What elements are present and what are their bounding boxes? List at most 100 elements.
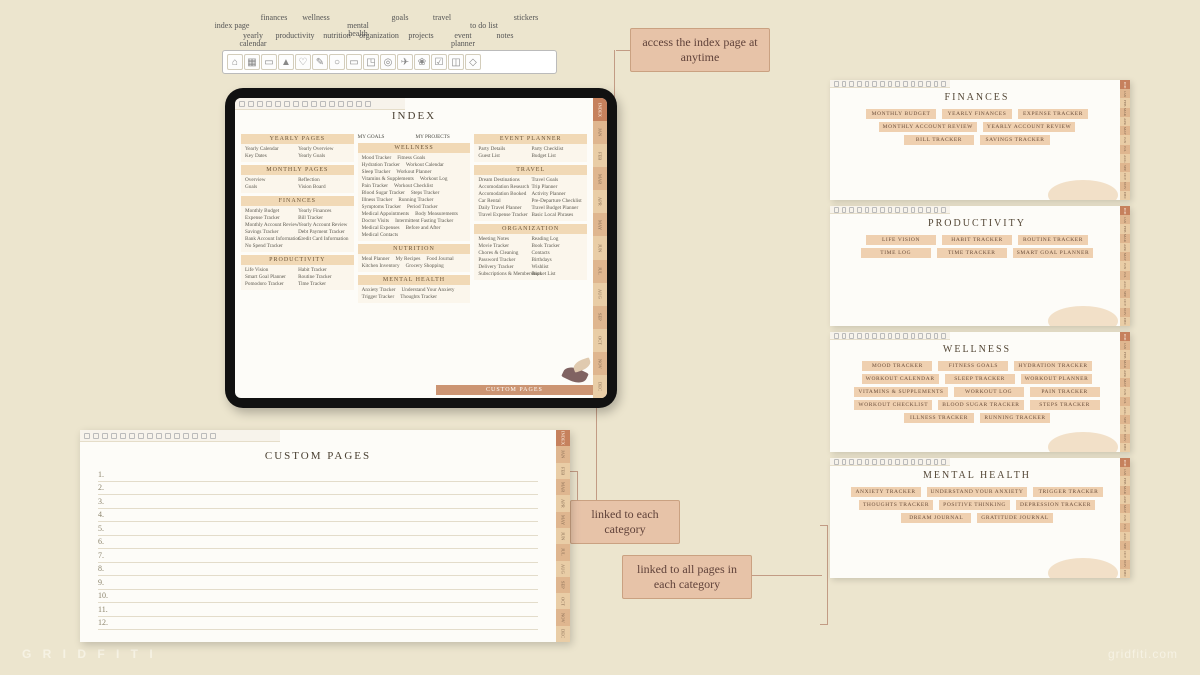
index-link[interactable]: Reading Log <box>531 236 578 243</box>
index-link[interactable]: Understand Your Anxiety <box>402 287 455 294</box>
chip-link[interactable]: SLEEP TRACKER <box>945 374 1015 384</box>
index-link[interactable]: Meeting Notes <box>478 236 525 243</box>
chip-link[interactable]: SAVINGS TRACKER <box>980 135 1050 145</box>
toolbar-wellness-icon[interactable]: ♡ <box>295 54 311 70</box>
chip-link[interactable]: HYDRATION TRACKER <box>1014 361 1091 371</box>
section-header[interactable]: YEARLY PAGES <box>241 134 354 144</box>
index-link[interactable]: Contacts <box>531 250 578 257</box>
index-link[interactable]: Illness Tracker <box>362 197 393 204</box>
index-link[interactable]: Workout Calendar <box>406 162 444 169</box>
custom-line[interactable]: 9. <box>98 576 538 590</box>
tab-oct[interactable]: OCT <box>556 593 570 609</box>
index-link[interactable]: My Recipes <box>395 256 420 263</box>
chip-link[interactable]: WORKOUT PLANNER <box>1021 374 1093 384</box>
index-link[interactable]: Password Tracker <box>478 257 525 264</box>
index-link[interactable]: Trip Planner <box>531 184 578 191</box>
toolbar-finances-icon[interactable]: ▭ <box>261 54 277 70</box>
chip-link[interactable]: BLOOD SUGAR TRACKER <box>938 400 1023 410</box>
index-link[interactable]: Period Tracker <box>407 204 438 211</box>
section-header[interactable]: MENTAL HEALTH <box>358 275 471 285</box>
index-link[interactable]: Book Tracker <box>531 243 578 250</box>
index-link[interactable]: Pre-Departure Checklist <box>531 198 578 205</box>
tab-nov[interactable]: NOV <box>556 609 570 625</box>
index-link[interactable]: Daily Travel Planner <box>478 205 525 212</box>
custom-line[interactable]: 12. <box>98 617 538 631</box>
index-link[interactable]: Hydration Tracker <box>362 162 400 169</box>
chip-link[interactable]: THOUGHTS TRACKER <box>859 500 933 510</box>
index-link[interactable]: Vitamins & Supplements <box>362 176 414 183</box>
chip-link[interactable]: SMART GOAL PLANNER <box>1013 248 1094 258</box>
index-link[interactable]: Subscriptions & Memberships <box>478 271 525 278</box>
month-tabs[interactable]: INDEXJANFEBMARAPRMAYJUNJULAUGSEPOCTNOVDE… <box>556 430 570 642</box>
chip-link[interactable]: TIME TRACKER <box>937 248 1007 258</box>
index-link[interactable]: Symptoms Tracker <box>362 204 401 211</box>
month-tabs[interactable]: INDEXJANFEBMARAPRMAYJUNJULAUGSEPOCTNOVDE… <box>593 98 607 398</box>
chip-link[interactable]: MOOD TRACKER <box>862 361 932 371</box>
index-link[interactable]: Monthly Account Review <box>245 222 292 229</box>
toolbar-index-page-icon[interactable]: ⌂ <box>227 54 243 70</box>
index-link[interactable]: Accomodation Booked <box>478 191 525 198</box>
index-link[interactable]: Credit Card Information <box>298 236 345 243</box>
chip-link[interactable]: ILLNESS TRACKER <box>904 413 974 423</box>
custom-line[interactable]: 3. <box>98 495 538 509</box>
index-link[interactable]: Yearly Account Review <box>298 222 345 229</box>
chip-link[interactable]: LIFE VISION <box>866 235 936 245</box>
index-link[interactable]: Grocery Shopping <box>406 263 444 270</box>
index-link[interactable]: Monthly Budget <box>245 208 292 215</box>
tab-sep[interactable]: SEP <box>556 577 570 593</box>
index-link[interactable]: Basic Local Phrases <box>531 212 578 219</box>
section-header[interactable]: EVENT PLANNER <box>474 134 587 144</box>
index-link[interactable]: Kitchen Inventory <box>362 263 400 270</box>
index-link[interactable]: Yearly Finances <box>298 208 345 215</box>
tab-aug[interactable]: AUG <box>556 561 570 577</box>
tab-jul[interactable]: JUL <box>556 544 570 560</box>
custom-line[interactable]: 4. <box>98 509 538 523</box>
index-link[interactable]: Medical Appointments <box>362 211 409 218</box>
index-link[interactable]: Party Checklist <box>531 146 578 153</box>
toolbar-organization-icon[interactable]: ▭ <box>346 54 362 70</box>
index-link[interactable]: Expense Tracker <box>245 215 292 222</box>
tab-may[interactable]: MAY <box>556 512 570 528</box>
toolbar-stickers-icon[interactable]: ◇ <box>465 54 481 70</box>
custom-pages-button[interactable]: CUSTOM PAGES <box>436 385 593 395</box>
index-link[interactable]: Bucket List <box>531 271 578 278</box>
numbered-lines[interactable]: 1.2.3.4.5.6.7.8.9.10.11.12. <box>98 468 538 630</box>
index-link[interactable]: Running Tracker <box>398 197 433 204</box>
chip-link[interactable]: ANXIETY TRACKER <box>851 487 921 497</box>
tab-aug[interactable]: AUG <box>593 283 607 306</box>
toolbar-nutrition-icon[interactable]: ✎ <box>312 54 328 70</box>
section-header[interactable]: MY GOALS <box>358 134 413 140</box>
index-link[interactable]: Birthdays <box>531 257 578 264</box>
section-header[interactable]: FINANCES <box>241 196 354 206</box>
section-header[interactable]: ORGANIZATION <box>474 224 587 234</box>
index-link[interactable]: Anxiety Tracker <box>362 287 396 294</box>
index-link[interactable]: Workout Checklist <box>394 183 433 190</box>
index-link[interactable]: Car Rental <box>478 198 525 205</box>
index-link[interactable]: Routine Tracker <box>298 274 345 281</box>
index-link[interactable]: Travel Expense Tracker <box>478 212 525 219</box>
chip-link[interactable]: GRATITUDE JOURNAL <box>977 513 1053 523</box>
index-link[interactable]: Overview <box>245 177 292 184</box>
tab-index[interactable]: INDEX <box>556 430 570 446</box>
index-link[interactable]: Yearly Overview <box>298 146 345 153</box>
index-link[interactable]: Accomodation Research <box>478 184 525 191</box>
index-link[interactable]: Reflection <box>298 177 345 184</box>
chip-link[interactable]: WORKOUT CALENDAR <box>862 374 939 384</box>
tab-dec[interactable]: DEC <box>593 375 607 398</box>
index-link[interactable]: Steps Tracker <box>411 190 439 197</box>
chip-link[interactable]: HABIT TRACKER <box>942 235 1012 245</box>
chip-link[interactable]: MONTHLY BUDGET <box>866 109 936 119</box>
index-link[interactable]: Body Measurements <box>415 211 458 218</box>
chip-link[interactable]: VITAMINS & SUPPLEMENTS <box>854 387 947 397</box>
custom-line[interactable]: 7. <box>98 549 538 563</box>
toolbar-projects-icon[interactable]: ◎ <box>380 54 396 70</box>
chip-link[interactable]: DEPRESSION TRACKER <box>1016 500 1095 510</box>
index-link[interactable]: Goals <box>245 184 292 191</box>
section-header[interactable]: NUTRITION <box>358 244 471 254</box>
section-header[interactable]: MY PROJECTS <box>416 134 471 140</box>
index-link[interactable]: No Spend Tracker <box>245 243 292 250</box>
chip-link[interactable]: PAIN TRACKER <box>1030 387 1100 397</box>
index-link[interactable]: Blood Sugar Tracker <box>362 190 405 197</box>
index-link[interactable]: Time Tracker <box>298 281 345 288</box>
section-header[interactable]: PRODUCTIVITY <box>241 255 354 265</box>
